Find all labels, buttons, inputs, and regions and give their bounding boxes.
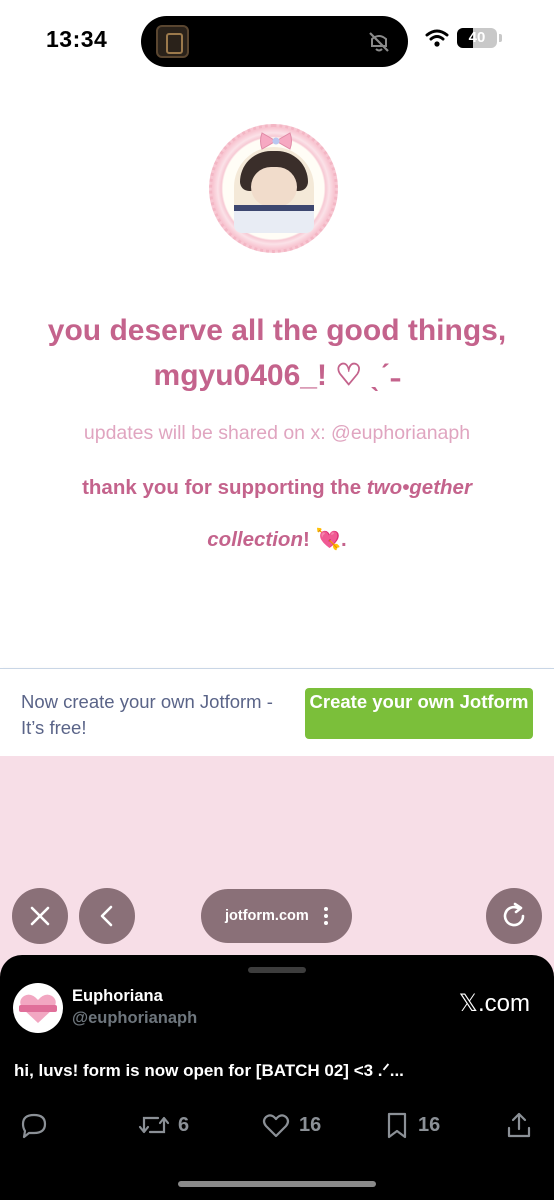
bookmark-icon: [387, 1112, 407, 1139]
island-album-icon: [156, 25, 189, 58]
back-button[interactable]: [79, 888, 135, 944]
close-button[interactable]: [12, 888, 68, 944]
reply-icon: [21, 1113, 47, 1139]
tweet-actions: 6 16 16: [0, 1111, 554, 1141]
heart-logo-icon: [19, 994, 57, 1023]
jotform-banner: Now create your own Jotform - It’s free!…: [0, 668, 554, 756]
status-indicators: 40: [425, 28, 502, 48]
reply-button[interactable]: [20, 1111, 48, 1139]
jotform-promo-text: Now create your own Jotform - It’s free!: [21, 691, 273, 738]
battery-cap: [499, 34, 502, 42]
retweet-icon: [138, 1116, 170, 1134]
status-time: 13:34: [46, 26, 108, 52]
reload-button[interactable]: [486, 888, 542, 944]
tweet-card[interactable]: Euphoriana @euphorianaph 𝕏.com hi, luvs!…: [0, 955, 554, 1200]
share-icon: [507, 1112, 531, 1138]
mute-icon: [369, 32, 389, 52]
reload-icon: [503, 902, 525, 927]
updates-note: updates will be shared on x: @euphoriana…: [83, 422, 471, 444]
like-icon: [262, 1114, 290, 1138]
bookmark-count: 16: [418, 1113, 441, 1136]
form-thankyou: you deserve all the good things, mgyu040…: [0, 80, 554, 668]
url-bar[interactable]: jotform.com: [201, 889, 352, 943]
tweet-author-name[interactable]: Euphoriana: [72, 987, 163, 1006]
more-icon[interactable]: [324, 906, 328, 926]
back-icon: [100, 905, 113, 927]
bow-icon: [260, 132, 292, 150]
like-count: 16: [299, 1113, 322, 1136]
tweet-avatar[interactable]: [13, 983, 63, 1033]
x-brand-label[interactable]: 𝕏.com: [459, 989, 530, 1018]
thankyou-headline: you deserve all the good things, mgyu040…: [47, 314, 507, 392]
url-text: jotform.com: [225, 908, 309, 924]
share-button[interactable]: [506, 1111, 532, 1139]
screen: 13:34 40 you deserve all the good things…: [0, 0, 554, 1200]
thanks-message: thank you for supporting the two•gether …: [30, 462, 524, 566]
battery-indicator: 40: [457, 28, 497, 48]
thanks-prefix: thank you for supporting the: [82, 476, 367, 499]
dynamic-island[interactable]: [141, 16, 408, 67]
thanks-suffix: ! 💘.: [302, 528, 347, 551]
create-jotform-button[interactable]: Create your own Jotform: [305, 688, 533, 739]
profile-avatar: [209, 124, 338, 253]
status-bar: 13:34 40: [0, 0, 554, 80]
retweet-button[interactable]: 6: [138, 1111, 189, 1139]
avatar-photo: [234, 147, 314, 233]
tweet-author-handle[interactable]: @euphorianaph: [72, 1009, 197, 1028]
battery-percent: 40: [468, 29, 486, 46]
like-button[interactable]: 16: [261, 1111, 321, 1139]
home-indicator[interactable]: [178, 1181, 376, 1187]
retweet-count: 6: [178, 1113, 190, 1136]
bookmark-button[interactable]: 16: [384, 1111, 440, 1139]
tweet-text[interactable]: hi, luvs! form is now open for [BATCH 02…: [14, 1061, 404, 1081]
wifi-icon: [425, 29, 449, 47]
sheet-grabber[interactable]: [248, 967, 306, 973]
close-icon: [30, 906, 50, 926]
